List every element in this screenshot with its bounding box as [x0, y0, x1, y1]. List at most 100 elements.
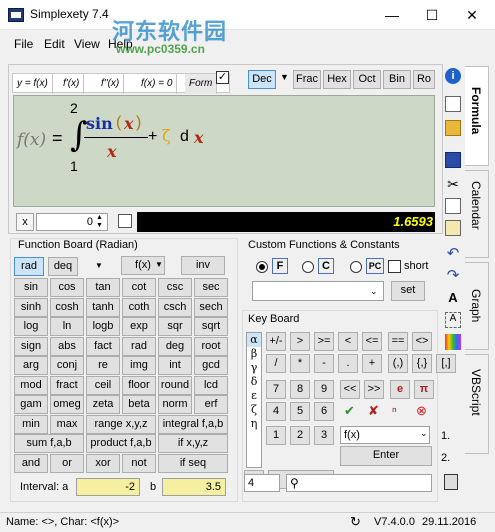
key-8[interactable]: 8	[290, 380, 310, 399]
dec-button[interactable]: Dec	[248, 70, 276, 89]
key-5[interactable]: 5	[290, 402, 310, 421]
fn-beta-button[interactable]: beta	[122, 395, 156, 414]
mode-dropdown-icon[interactable]: ▼	[95, 261, 103, 270]
fn-tan-button[interactable]: tan	[86, 278, 120, 297]
tab-vbscript[interactable]: VBScript	[465, 354, 489, 454]
spin-input[interactable]: 4	[244, 474, 280, 492]
key-op-1[interactable]: +/-	[266, 332, 286, 351]
fn-rad-button[interactable]: rad	[122, 336, 156, 356]
key-shift-right[interactable]: >>	[364, 380, 384, 399]
fn-csc-button[interactable]: csc	[158, 278, 192, 297]
fn-and-button[interactable]: and	[14, 453, 48, 473]
copy-doc-icon[interactable]	[445, 198, 461, 214]
bin-button[interactable]: Bin	[383, 70, 411, 89]
key-1[interactable]: 1	[266, 426, 286, 445]
fn-sec-button[interactable]: sec	[194, 278, 228, 297]
key-3[interactable]: 3	[314, 426, 334, 445]
key-op2-2[interactable]: -	[314, 354, 334, 373]
greek-list[interactable]: α β γ δ ε ζ η	[246, 332, 262, 468]
menu-edit[interactable]: Edit	[44, 37, 65, 51]
paste-icon[interactable]	[445, 220, 461, 236]
fn-coth-button[interactable]: coth	[122, 297, 156, 317]
fn-mod-button[interactable]: mod	[14, 375, 48, 395]
open-folder-icon[interactable]	[445, 120, 461, 136]
menu-view[interactable]: View	[74, 37, 100, 51]
fn-or-button[interactable]: or	[50, 453, 84, 473]
fn-product-f-a-b-button[interactable]: product f,a,b	[86, 434, 156, 453]
deq-button[interactable]: deq	[48, 257, 78, 276]
fn-tanh-button[interactable]: tanh	[86, 297, 120, 317]
fn-csch-button[interactable]: csch	[158, 297, 192, 317]
key-op2-5[interactable]: (,)	[388, 354, 408, 373]
key-op-6[interactable]: ==	[388, 332, 408, 351]
save-icon[interactable]	[445, 152, 461, 168]
fn-cot-button[interactable]: cot	[122, 278, 156, 297]
inv-button[interactable]: inv	[181, 256, 225, 275]
fn-sum-f-a-b-button[interactable]: sum f,a,b	[14, 434, 84, 453]
fn-range-x-y-z-button[interactable]: range x,y,z	[86, 414, 156, 434]
fn-arg-button[interactable]: arg	[14, 356, 48, 375]
tab-calendar[interactable]: Calendar	[465, 170, 489, 258]
dec-dropdown-icon[interactable]: ▼	[280, 72, 289, 82]
fn-round-button[interactable]: round	[158, 375, 192, 395]
greek-zeta[interactable]: ζ	[247, 403, 261, 417]
key-op-5[interactable]: <=	[362, 332, 382, 351]
enter-button[interactable]: Enter	[340, 446, 432, 466]
oct-button[interactable]: Oct	[353, 70, 381, 89]
greek-epsilon[interactable]: ε	[247, 389, 261, 403]
tab-graph[interactable]: Graph	[465, 262, 489, 350]
fn-omeg-button[interactable]: omeg	[50, 395, 84, 414]
cut-icon[interactable]: ✂	[445, 176, 461, 192]
fn-gam-button[interactable]: gam	[14, 395, 48, 414]
key-op-2[interactable]: >	[290, 332, 310, 351]
calculator-icon[interactable]	[444, 474, 458, 490]
rad-button[interactable]: rad	[14, 257, 44, 276]
tab-formula[interactable]: Formula	[465, 66, 489, 166]
key-op2-6[interactable]: {,}	[412, 354, 432, 373]
refresh-icon[interactable]: ↻	[350, 514, 361, 530]
key-9[interactable]: 9	[314, 380, 334, 399]
fn-gcd-button[interactable]: gcd	[194, 356, 228, 375]
fn-root-button[interactable]: root	[194, 336, 228, 356]
fn-if-seq-button[interactable]: if seq	[158, 453, 228, 473]
fn-ceil-button[interactable]: ceil	[86, 375, 120, 395]
new-file-icon[interactable]	[445, 96, 461, 112]
radio-pc[interactable]	[350, 261, 362, 273]
info-icon[interactable]: i	[445, 68, 461, 84]
fn-xor-button[interactable]: xor	[86, 453, 120, 473]
fn-min-button[interactable]: min	[14, 414, 48, 434]
tab-fx-zero[interactable]: f(x) = 0	[137, 74, 178, 94]
x-spin-icon[interactable]: ▲ ▼	[96, 214, 103, 230]
greek-beta[interactable]: β	[247, 347, 261, 361]
fn-erf-button[interactable]: erf	[194, 395, 228, 414]
greek-eta[interactable]: η	[247, 417, 261, 431]
interval-a-input[interactable]: -2	[76, 478, 140, 496]
key-shift-left[interactable]: <<	[340, 380, 360, 399]
fn-int-button[interactable]: int	[158, 356, 192, 375]
short-checkbox[interactable]	[388, 260, 401, 273]
redo-icon[interactable]: ↷	[445, 266, 461, 284]
font-icon[interactable]: A	[445, 290, 461, 306]
font-size-icon[interactable]: A	[445, 312, 461, 328]
fn-re-button[interactable]: re	[86, 356, 120, 375]
key-op-4[interactable]: <	[338, 332, 358, 351]
frac-button[interactable]: Frac	[293, 70, 321, 89]
fn-abs-button[interactable]: abs	[50, 336, 84, 356]
key-op-7[interactable]: <>	[412, 332, 432, 351]
key-e[interactable]: e	[390, 380, 410, 399]
fn-if-x-y-z-button[interactable]: if x,y,z	[158, 434, 228, 453]
fn-zeta-button[interactable]: zeta	[86, 395, 120, 414]
minimize-button[interactable]: —	[372, 0, 412, 30]
tab-fdoubleprime[interactable]: f''(x)	[97, 74, 125, 94]
fn-conj-button[interactable]: conj	[50, 356, 84, 375]
key-4[interactable]: 4	[266, 402, 286, 421]
key-op2-0[interactable]: /	[266, 354, 286, 373]
fn-sinh-button[interactable]: sinh	[14, 297, 48, 317]
key-op-3[interactable]: >=	[314, 332, 334, 351]
tab-yfx[interactable]: y = f(x)	[13, 74, 53, 94]
menu-file[interactable]: File	[14, 37, 33, 51]
fn-floor-button[interactable]: floor	[122, 375, 156, 395]
greek-gamma[interactable]: γ	[247, 361, 261, 375]
fn-fract-button[interactable]: fract	[50, 375, 84, 395]
key-clear-icon[interactable]: ⊗	[416, 403, 427, 419]
